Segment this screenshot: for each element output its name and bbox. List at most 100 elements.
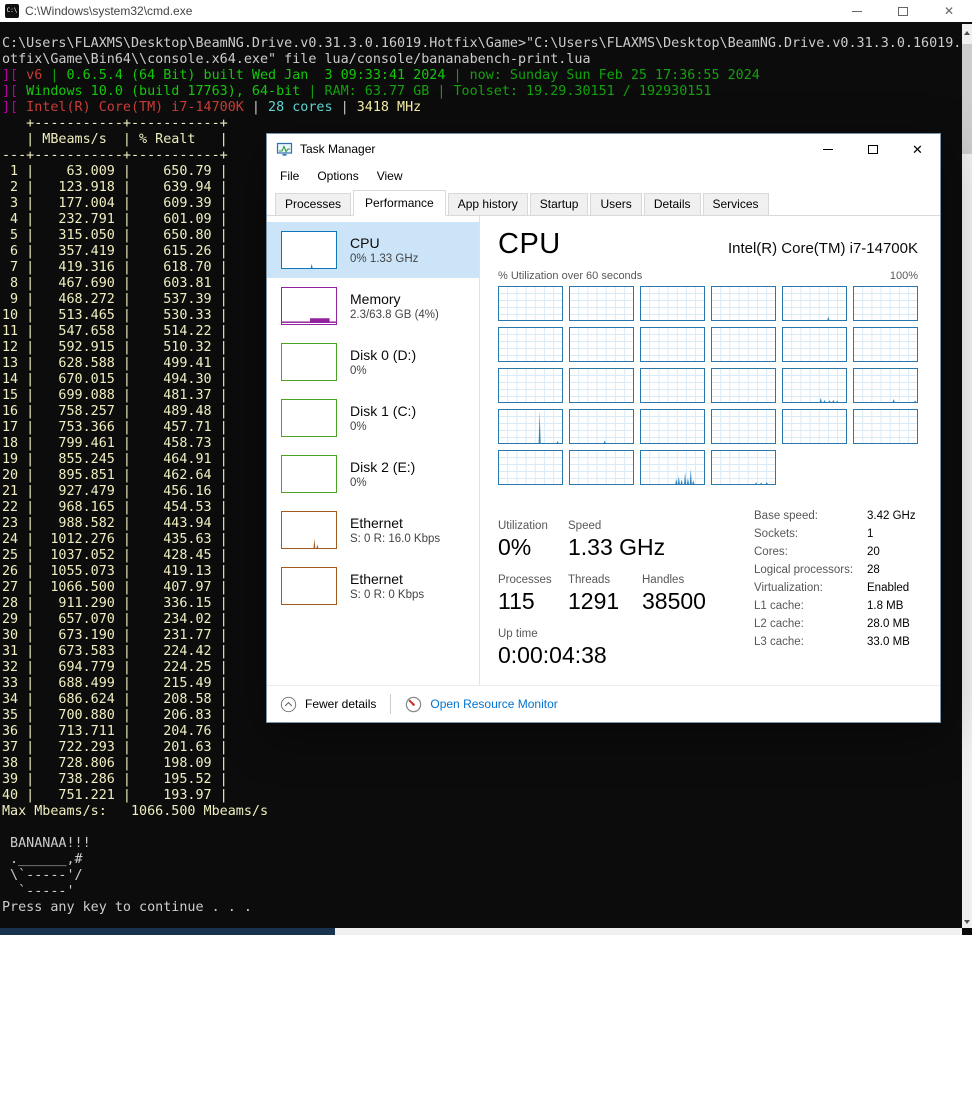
- tab-users[interactable]: Users: [590, 193, 642, 216]
- tm-window-controls: ✕: [805, 134, 940, 164]
- tm-minimize-button[interactable]: [805, 134, 850, 164]
- threads-value: 1291: [568, 588, 620, 614]
- sidebar-item-label: Ethernet: [350, 571, 403, 587]
- horizontal-scroll-thumb[interactable]: [0, 928, 335, 935]
- tab-services[interactable]: Services: [702, 193, 769, 216]
- console-line: Press any key to continue . . .: [2, 900, 252, 915]
- sidebar-item-disk-0[interactable]: Disk 0 (D:) 0%: [267, 334, 479, 390]
- sidebar-item-text: Disk 2 (E:) 0%: [350, 459, 415, 489]
- sidebar-item-label: Disk 0 (D:): [350, 347, 417, 363]
- cpu-core-graph-19: [498, 409, 563, 444]
- tab-app-history[interactable]: App history: [447, 193, 528, 216]
- sidebar-item-ethernet-2[interactable]: Ethernet S: 0 R: 0 Kbps: [267, 558, 479, 614]
- resource-monitor-icon: [406, 696, 422, 712]
- cpu-thumbnail-graph: [281, 231, 337, 269]
- detail-label: Base speed:: [754, 510, 818, 522]
- detail-row: L3 cache: 33.0 MB: [754, 636, 916, 648]
- minimize-icon: [852, 10, 862, 12]
- tab-processes[interactable]: Processes: [275, 193, 352, 216]
- detail-label: L3 cache:: [754, 636, 804, 648]
- cpu-core-graph-6: [853, 286, 918, 321]
- detail-row: Virtualization: Enabled: [754, 582, 916, 594]
- detail-row: L2 cache: 28.0 MB: [754, 618, 916, 630]
- sidebar-item-sublabel: 0%: [350, 421, 367, 433]
- menu-item-file[interactable]: File: [271, 169, 308, 183]
- tab-details[interactable]: Details: [643, 193, 701, 216]
- sidebar-item-cpu[interactable]: CPU 0% 1.33 GHz: [267, 222, 479, 278]
- menu-item-options[interactable]: Options: [308, 169, 367, 183]
- detail-value: 28: [867, 564, 880, 576]
- console-vertical-scrollbar[interactable]: [962, 24, 972, 928]
- sidebar-item-sublabel: 0% 1.33 GHz: [350, 253, 419, 265]
- cmd-minimize-button[interactable]: [834, 0, 880, 22]
- detail-row: Logical processors: 28: [754, 564, 916, 576]
- detail-row: Sockets: 1: [754, 528, 916, 540]
- cpu-core-graph-10: [711, 327, 776, 362]
- speed-value: 1.33 GHz: [568, 534, 666, 560]
- utilization-value: 0%: [498, 534, 532, 560]
- cpu-core-graph-20: [569, 409, 634, 444]
- sidebar-item-text: CPU 0% 1.33 GHz: [350, 235, 418, 265]
- desktop: C:\ C:\Windows\system32\cmd.exe ✕ C:\Use…: [0, 0, 972, 1103]
- detail-value: Enabled: [867, 582, 910, 594]
- maximize-icon: [867, 144, 878, 154]
- vertical-scroll-thumb[interactable]: [962, 44, 972, 154]
- sidebar-item-ethernet-1[interactable]: Ethernet S: 0 R: 16.0 Kbps: [267, 502, 479, 558]
- console-horizontal-scrollbar[interactable]: [0, 928, 962, 935]
- sidebar-item-label: Disk 1 (C:): [350, 403, 417, 419]
- console-line: BANANAA!!!: [2, 836, 91, 851]
- sidebar-item-label: CPU: [350, 235, 380, 251]
- cpu-core-graph-9: [640, 327, 705, 362]
- sidebar-item-memory[interactable]: Memory 2.3/63.8 GB (4%): [267, 278, 479, 334]
- cpu-details-list: Base speed: 3.42 GHz Sockets: 1 Cores: 20 Logi…: [754, 507, 916, 669]
- tab-startup[interactable]: Startup: [529, 193, 589, 216]
- menu-item-view[interactable]: View: [368, 169, 412, 183]
- cpu-core-graph-26: [569, 450, 634, 485]
- cpu-core-graph-22: [711, 409, 776, 444]
- console-line: \`-----'/: [2, 868, 83, 883]
- cpu-core-graph-7: [498, 327, 563, 362]
- open-resource-monitor-link[interactable]: Open Resource Monitor: [430, 697, 557, 711]
- console-line: ][ Intel(R) Core(TM) i7-14700K | 28 core…: [2, 100, 422, 115]
- console-line: ][ Windows 10.0 (build 17763), 64-bit | …: [2, 84, 712, 99]
- sidebar-item-sublabel: 2.3/63.8 GB (4%): [350, 309, 439, 321]
- threads-label: Threads: [568, 574, 611, 586]
- tm-titlebar[interactable]: Task Manager ✕: [267, 134, 940, 164]
- cmd-window-title: C:\Windows\system32\cmd.exe: [25, 4, 193, 18]
- cpu-core-graph-2: [569, 286, 634, 321]
- console-line: otfix\Game\Bin64\\console.x64.exe" file …: [2, 52, 591, 67]
- tm-maximize-button[interactable]: [850, 134, 895, 164]
- console-line: 36 | 713.711 | 204.76 |: [2, 724, 228, 739]
- console-line: C:\Users\FLAXMS\Desktop\BeamNG.Drive.v0.…: [2, 36, 970, 51]
- sidebar-item-text: Ethernet S: 0 R: 0 Kbps: [350, 571, 424, 601]
- tm-footer: Fewer details Open Resource Monitor: [267, 685, 940, 722]
- console-line: 40 | 751.221 | 193.97 |: [2, 788, 228, 803]
- cmd-titlebar[interactable]: C:\ C:\Windows\system32\cmd.exe ✕: [0, 0, 972, 22]
- cpu-core-graph-3: [640, 286, 705, 321]
- cmd-close-button[interactable]: ✕: [926, 0, 972, 22]
- cpu-core-graph-21: [640, 409, 705, 444]
- tm-close-button[interactable]: ✕: [895, 134, 940, 164]
- cmd-maximize-button[interactable]: [880, 0, 926, 22]
- cpu-core-graph-15: [640, 368, 705, 403]
- scroll-down-icon[interactable]: [964, 920, 970, 924]
- sidebar-item-text: Disk 0 (D:) 0%: [350, 347, 416, 377]
- tm-sidebar: CPU 0% 1.33 GHz Memory 2.3/63.8 GB (4%) Disk…: [267, 216, 480, 685]
- disk-0-thumbnail-graph: [281, 343, 337, 381]
- detail-label: L1 cache:: [754, 600, 804, 612]
- tab-performance[interactable]: Performance: [353, 190, 446, 216]
- maximize-icon: [898, 6, 908, 16]
- fewer-details-button[interactable]: Fewer details: [305, 697, 376, 711]
- processes-label: Processes: [498, 574, 552, 586]
- scroll-up-icon[interactable]: [964, 31, 970, 35]
- sidebar-item-label: Memory: [350, 291, 401, 307]
- sidebar-item-label: Ethernet: [350, 515, 403, 531]
- detail-label: Virtualization:: [754, 582, 823, 594]
- cmd-icon: C:\: [5, 4, 19, 18]
- sidebar-item-disk-2[interactable]: Disk 2 (E:) 0%: [267, 446, 479, 502]
- sidebar-item-disk-1[interactable]: Disk 1 (C:) 0%: [267, 390, 479, 446]
- task-manager-window: Task Manager ✕ File Options View Processes…: [266, 133, 941, 723]
- cpu-core-graph-4: [711, 286, 776, 321]
- cpu-core-graph-8: [569, 327, 634, 362]
- sidebar-item-sublabel: S: 0 R: 16.0 Kbps: [350, 533, 441, 545]
